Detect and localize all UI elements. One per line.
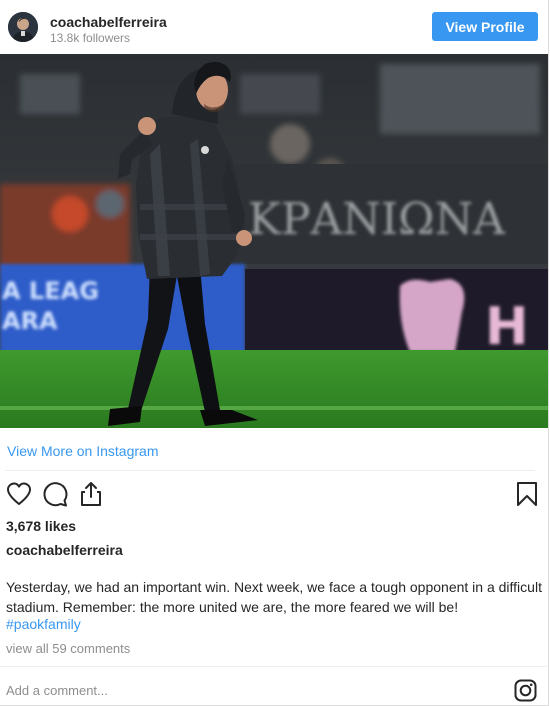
divider — [0, 666, 549, 667]
ad-board-fist — [399, 279, 465, 352]
ad-board-text-1: A LEAG — [2, 277, 99, 305]
divider — [5, 470, 535, 471]
instagram-icon[interactable] — [514, 679, 537, 702]
share-icon[interactable] — [77, 480, 105, 508]
ad-board-text-2: ARA — [2, 307, 58, 335]
pitch — [0, 350, 548, 428]
followers-count: 13.8k followers — [50, 31, 131, 45]
post-header: coachabelferreira 13.8k followers View P… — [0, 0, 549, 54]
comment-icon[interactable] — [41, 480, 69, 508]
bookmark-icon[interactable] — [513, 480, 541, 508]
add-comment-input[interactable]: Add a comment... — [6, 683, 108, 698]
instagram-embed-card: coachabelferreira 13.8k followers View P… — [0, 0, 549, 706]
view-more-link[interactable]: View More on Instagram — [7, 443, 158, 459]
stadium-name: ΚΡΑΝΙΩΝΑ — [248, 194, 506, 245]
caption-username[interactable]: coachabelferreira — [6, 542, 123, 558]
caption-text: Yesterday, we had an important win. Next… — [6, 579, 542, 615]
likes-count[interactable]: 3,678 likes — [6, 518, 76, 534]
hashtag-link[interactable]: #paokfamily — [6, 616, 81, 632]
action-bar — [0, 478, 549, 512]
username[interactable]: coachabelferreira — [50, 14, 167, 30]
heart-icon[interactable] — [5, 480, 33, 508]
view-profile-button[interactable]: View Profile — [432, 12, 538, 41]
ad-board-letter: H — [485, 297, 529, 357]
view-all-comments-link[interactable]: view all 59 comments — [6, 641, 130, 656]
post-photo[interactable]: ΚΡΑΝΙΩΝΑ A LEAG ARA H — [0, 54, 548, 428]
avatar[interactable] — [8, 12, 38, 42]
